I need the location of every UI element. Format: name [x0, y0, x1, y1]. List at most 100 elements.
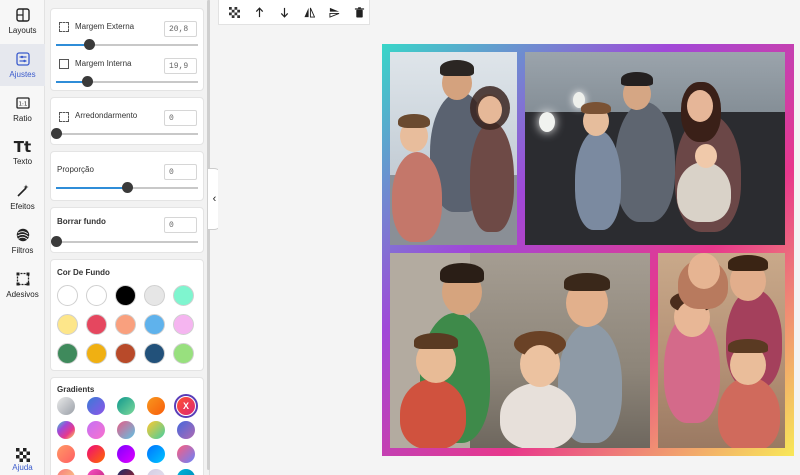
- slider-thumb[interactable]: [82, 76, 94, 87]
- gradient-swatch[interactable]: [177, 469, 195, 475]
- gradient-swatch[interactable]: [87, 445, 105, 463]
- rail-item-label: Ratio: [13, 113, 32, 123]
- background-color-swatch[interactable]: [144, 285, 165, 306]
- photo-collage[interactable]: [382, 44, 794, 456]
- background-color-title: Cor De Fundo: [57, 268, 110, 277]
- rounding-icon: [59, 112, 69, 122]
- background-color-swatch[interactable]: [86, 343, 107, 364]
- inner-margin-label: Margem Interna: [75, 59, 132, 68]
- slider-thumb[interactable]: [83, 39, 95, 50]
- rail-item-ajuda[interactable]: Ajuda: [0, 448, 45, 475]
- blur-background-slider[interactable]: [51, 236, 198, 247]
- gradient-swatches: X: [57, 394, 202, 475]
- filter-icon: [16, 228, 29, 241]
- outer-margin-icon: [59, 22, 69, 32]
- background-color-swatch[interactable]: [86, 314, 107, 335]
- background-color-card: Cor De Fundo: [50, 259, 204, 371]
- collage-photo-4[interactable]: [658, 253, 785, 448]
- rail-item-adesivos[interactable]: Adesivos: [0, 264, 45, 306]
- outer-margin-slider[interactable]: [56, 39, 198, 50]
- top-toolbar: [218, 0, 370, 25]
- delete-button[interactable]: [347, 0, 372, 25]
- rail-item-label: Adesivos: [6, 289, 39, 299]
- transparency-button[interactable]: [222, 0, 247, 25]
- slider-thumb[interactable]: [51, 236, 62, 247]
- background-color-swatch[interactable]: [144, 343, 165, 364]
- outer-margin-value[interactable]: 20,8: [164, 21, 197, 37]
- gradient-swatch[interactable]: [57, 421, 75, 439]
- gradient-swatch[interactable]: [177, 421, 195, 439]
- blur-background-label: Borrar fundo: [57, 217, 106, 226]
- rail-item-ratio[interactable]: 1:1 Ratio: [0, 88, 45, 130]
- proportion-slider[interactable]: [56, 182, 198, 193]
- slider-thumb[interactable]: [51, 128, 62, 139]
- gradient-swatch[interactable]: [57, 469, 75, 475]
- flip-horizontal-button[interactable]: [297, 0, 322, 25]
- trash-icon: [354, 7, 365, 18]
- gradient-swatch[interactable]: [147, 397, 165, 415]
- rounding-slider[interactable]: [51, 128, 198, 139]
- rail-item-efeitos[interactable]: Efeitos: [0, 176, 45, 218]
- background-color-swatch[interactable]: [115, 285, 136, 306]
- gradient-swatch[interactable]: [147, 445, 165, 463]
- rail-item-label: Filtros: [11, 245, 34, 255]
- gradient-swatch[interactable]: [117, 421, 135, 439]
- left-rail: Layouts Ajustes 1:1 Ratio Tt Texto Efeit…: [0, 0, 45, 475]
- gradient-swatch[interactable]: [117, 445, 135, 463]
- proportion-card: Proporção 0: [50, 151, 204, 201]
- bring-forward-button[interactable]: [247, 0, 272, 25]
- send-backward-button[interactable]: [272, 0, 297, 25]
- background-color-swatch[interactable]: [57, 285, 78, 306]
- gradient-swatch[interactable]: [177, 445, 195, 463]
- gradient-swatch[interactable]: [57, 445, 75, 463]
- gradient-swatch[interactable]: [87, 421, 105, 439]
- rail-item-label: Texto: [12, 157, 33, 166]
- rail-item-label: Efeitos: [10, 201, 35, 211]
- gradient-swatch[interactable]: [87, 397, 105, 415]
- background-color-swatch[interactable]: [144, 314, 165, 335]
- gradient-swatch[interactable]: [117, 469, 135, 475]
- flip-vertical-button[interactable]: [322, 0, 347, 25]
- gradient-swatch[interactable]: [117, 397, 135, 415]
- background-color-swatch[interactable]: [115, 314, 136, 335]
- gradient-swatch[interactable]: [147, 421, 165, 439]
- gradient-swatch[interactable]: X: [174, 394, 198, 418]
- collage-photo-2[interactable]: [525, 52, 785, 245]
- inner-margin-icon: [59, 59, 69, 69]
- flip-horizontal-icon: [304, 7, 315, 18]
- background-color-swatch[interactable]: [173, 343, 194, 364]
- inner-margin-value[interactable]: 19,9: [164, 58, 197, 74]
- background-color-swatch[interactable]: [115, 343, 136, 364]
- margins-card: Margem Externa 20,8 Margem Interna 19,9: [50, 8, 204, 91]
- gradient-swatch[interactable]: [87, 469, 105, 475]
- rail-item-filtros[interactable]: Filtros: [0, 220, 45, 262]
- background-color-swatch[interactable]: [57, 343, 78, 364]
- background-color-swatch[interactable]: [86, 285, 107, 306]
- background-color-swatch[interactable]: [173, 285, 194, 306]
- collage-photo-3[interactable]: [390, 253, 650, 448]
- background-color-swatch[interactable]: [173, 314, 194, 335]
- gradient-swatch[interactable]: [147, 469, 165, 475]
- rail-item-ajustes[interactable]: Ajustes: [0, 44, 45, 86]
- magic-wand-icon: [16, 184, 28, 197]
- inner-margin-slider[interactable]: [56, 76, 198, 87]
- rail-item-texto[interactable]: Tt Texto: [0, 132, 45, 174]
- background-color-swatch[interactable]: [57, 314, 78, 335]
- slider-thumb[interactable]: [122, 182, 133, 193]
- transparency-icon: [229, 7, 240, 18]
- rounding-card: Arredondarmento 0: [50, 97, 204, 145]
- rail-item-label: Layouts: [8, 25, 37, 35]
- rail-item-label: Ajuda: [12, 463, 33, 472]
- settings-panel: Margem Externa 20,8 Margem Interna 19,9 …: [45, 0, 210, 475]
- panel-scrollbar[interactable]: [207, 0, 210, 470]
- proportion-value[interactable]: 0: [164, 164, 197, 180]
- gradient-swatch[interactable]: [57, 397, 75, 415]
- collage-photo-1[interactable]: [390, 52, 517, 245]
- rounding-value[interactable]: 0: [164, 110, 197, 126]
- layout-icon: [15, 7, 30, 22]
- proportion-label: Proporção: [57, 165, 94, 174]
- rail-item-layouts[interactable]: Layouts: [0, 0, 45, 42]
- adjust-icon: [15, 51, 30, 66]
- svg-text:1:1: 1:1: [18, 101, 27, 107]
- blur-background-value[interactable]: 0: [164, 217, 197, 233]
